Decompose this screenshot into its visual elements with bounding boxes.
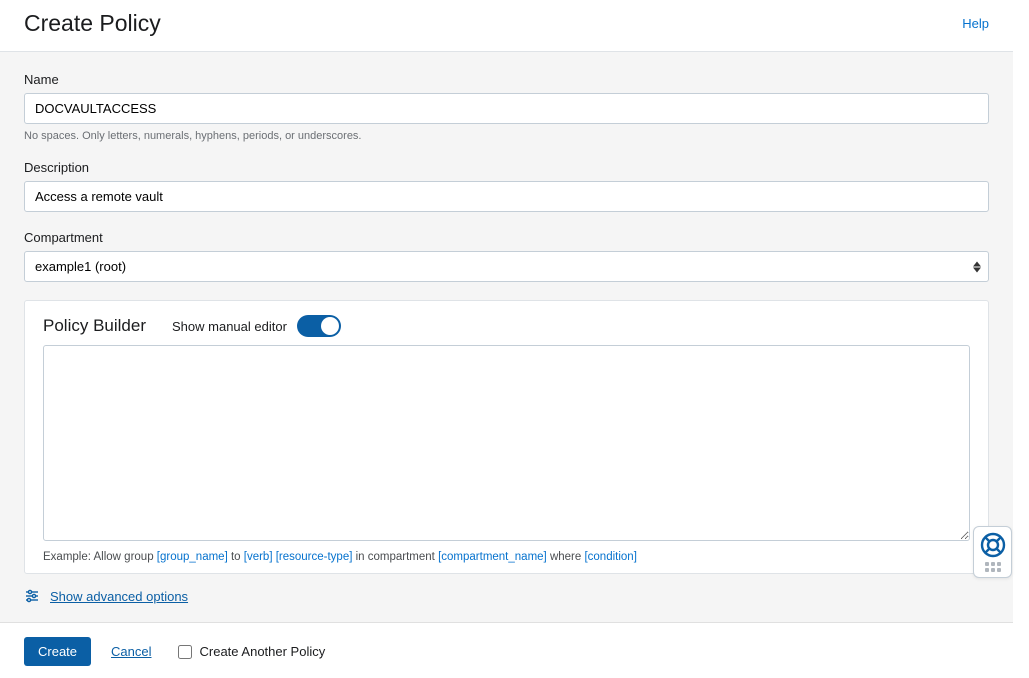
page-title: Create Policy [24, 10, 161, 37]
name-label: Name [24, 72, 989, 87]
name-input[interactable] [24, 93, 989, 124]
show-advanced-options-link[interactable]: Show advanced options [50, 589, 188, 604]
manual-editor-toggle[interactable] [297, 315, 341, 337]
description-input[interactable] [24, 181, 989, 212]
manual-editor-label: Show manual editor [172, 319, 287, 334]
policy-example: Example: Allow group [group_name] to [ve… [43, 551, 970, 563]
help-link[interactable]: Help [962, 16, 989, 31]
lifering-icon [980, 532, 1006, 558]
help-widget[interactable] [973, 526, 1012, 578]
create-button[interactable]: Create [24, 637, 91, 666]
sliders-icon [24, 588, 40, 604]
toggle-knob [321, 317, 339, 335]
compartment-label: Compartment [24, 230, 989, 245]
policy-builder-title: Policy Builder [43, 316, 146, 336]
policy-editor[interactable] [43, 345, 970, 541]
create-another-checkbox[interactable] [178, 645, 192, 659]
compartment-select[interactable] [24, 251, 989, 282]
create-another-label: Create Another Policy [200, 644, 326, 659]
name-hint: No spaces. Only letters, numerals, hyphe… [24, 130, 989, 142]
drag-handle-icon [985, 562, 1001, 572]
cancel-link[interactable]: Cancel [111, 644, 151, 659]
description-label: Description [24, 160, 989, 175]
